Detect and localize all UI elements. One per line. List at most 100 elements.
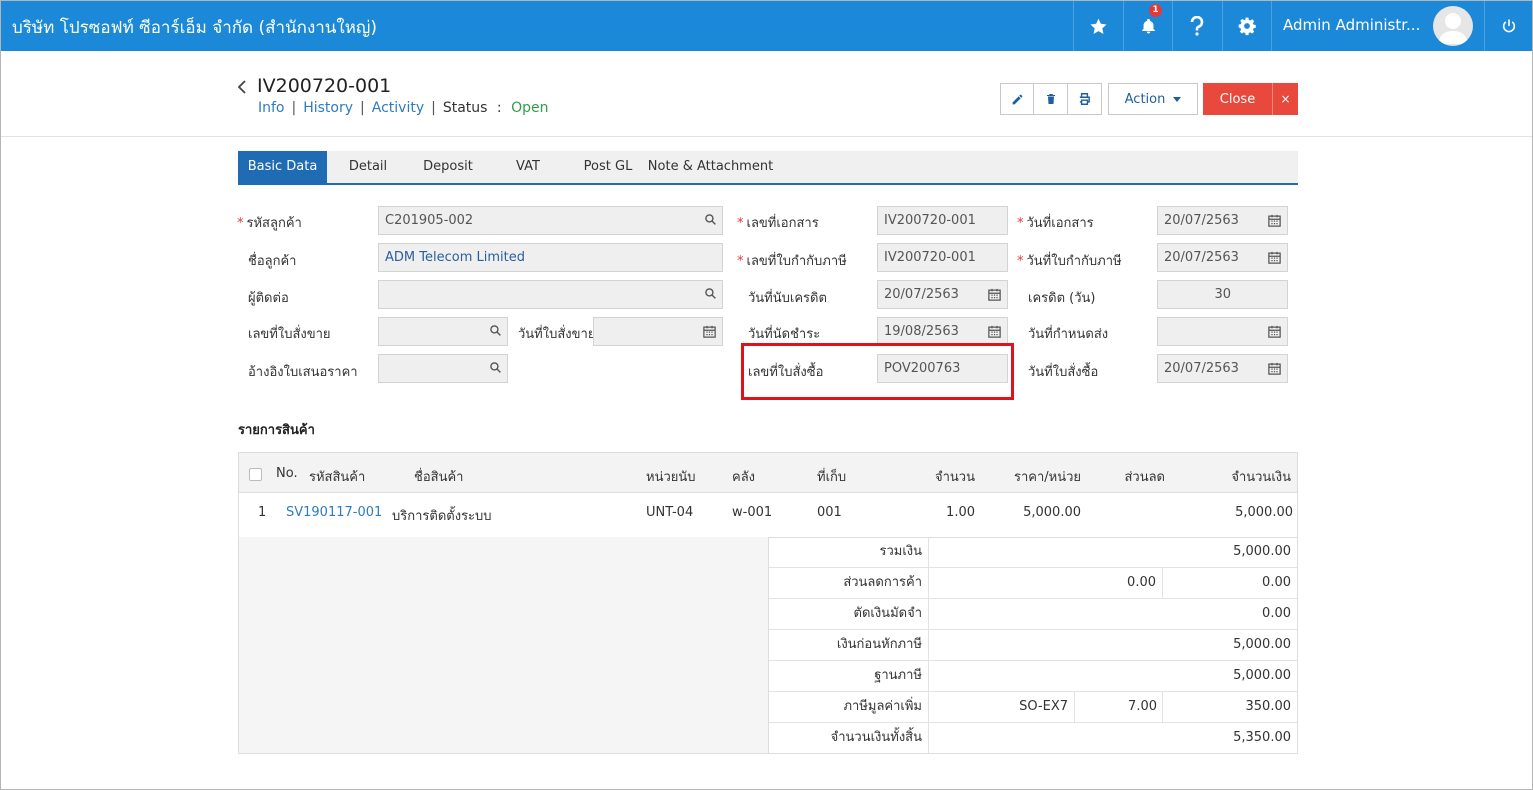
credit-start-date-field[interactable]: 20/07/2563 bbox=[877, 280, 1008, 309]
row-qty: 1.00 bbox=[946, 505, 975, 520]
calendar-icon[interactable] bbox=[987, 287, 1002, 302]
calendar-icon[interactable] bbox=[702, 324, 717, 339]
credit-days-field[interactable]: 30 bbox=[1157, 280, 1288, 309]
highlight-box bbox=[741, 343, 1014, 400]
quotation-ref-field[interactable] bbox=[378, 354, 508, 383]
favorites-button[interactable] bbox=[1073, 1, 1122, 51]
action-dropdown[interactable]: Action bbox=[1108, 83, 1198, 115]
col-price: ราคา/หน่วย bbox=[1013, 470, 1081, 485]
app-window: บริษัท โปรซอฟท์ ซีอาร์เอ็ม จำกัด (สำนักง… bbox=[0, 0, 1533, 790]
pencil-icon bbox=[1012, 94, 1022, 104]
info-link[interactable]: Info bbox=[258, 100, 285, 116]
logout-button[interactable] bbox=[1484, 1, 1532, 51]
tab-basic-data[interactable]: Basic Data bbox=[238, 151, 327, 183]
tax-invoice-date-label: * วันที่ใบกำกับภาษี bbox=[1017, 254, 1122, 269]
activity-link[interactable]: Activity bbox=[372, 100, 424, 116]
summary-discount-percent[interactable]: 0.00 bbox=[929, 568, 1162, 598]
doc-date-field[interactable]: 20/07/2563 bbox=[1157, 206, 1288, 235]
close-button[interactable]: Close bbox=[1203, 83, 1272, 115]
col-name: ชื่อสินค้า bbox=[414, 470, 464, 485]
contact-field[interactable] bbox=[378, 280, 723, 309]
calendar-icon[interactable] bbox=[1267, 250, 1282, 265]
summary-before-tax-row: เงินก่อนหักภาษี 5,000.00 bbox=[769, 629, 1297, 660]
search-icon[interactable] bbox=[489, 324, 502, 337]
summary-vat-value: 350.00 bbox=[1245, 699, 1292, 714]
summary-total-label: รวมเงิน bbox=[769, 537, 929, 567]
items-section-title: รายการสินค้า bbox=[238, 423, 315, 438]
user-menu[interactable]: Admin Administr... bbox=[1271, 1, 1483, 51]
summary-tax-base-row: ฐานภาษี 5,000.00 bbox=[769, 660, 1297, 691]
items-table-header: No. รหัสสินค้า ชื่อสินค้า หน่วยนับ คลัง … bbox=[239, 453, 1297, 493]
calendar-icon[interactable] bbox=[1267, 213, 1282, 228]
summary-deposit-row: ตัดเงินมัดจำ 0.00 bbox=[769, 598, 1297, 629]
separator: | bbox=[360, 100, 365, 116]
avatar[interactable] bbox=[1433, 6, 1473, 46]
select-all-checkbox[interactable] bbox=[249, 468, 262, 481]
row-no: 1 bbox=[258, 505, 267, 520]
tax-invoice-date-field[interactable]: 20/07/2563 bbox=[1157, 243, 1288, 272]
caret-down-icon bbox=[1173, 96, 1182, 102]
top-bar: บริษัท โปรซอฟท์ ซีอาร์เอ็ม จำกัด (สำนักง… bbox=[1, 1, 1532, 51]
summary-before-tax-label: เงินก่อนหักภาษี bbox=[769, 630, 929, 660]
doc-no-field[interactable]: IV200720-001 bbox=[877, 206, 1008, 235]
document-subnav: Info | History | Activity | Status : Open bbox=[258, 100, 548, 116]
summary-vat-code[interactable]: SO-EX7 bbox=[929, 692, 1074, 722]
summary-discount-value: 0.00 bbox=[1262, 575, 1291, 590]
help-icon bbox=[1190, 16, 1204, 36]
calendar-icon[interactable] bbox=[1267, 361, 1282, 376]
search-icon[interactable] bbox=[704, 213, 717, 226]
summary-before-tax-value: 5,000.00 bbox=[1233, 637, 1291, 652]
col-code: รหัสสินค้า bbox=[309, 470, 366, 485]
tab-vat[interactable]: VAT bbox=[487, 151, 569, 183]
history-link[interactable]: History bbox=[303, 100, 353, 116]
sales-order-no-field[interactable] bbox=[378, 317, 508, 346]
delete-button[interactable] bbox=[1034, 83, 1068, 115]
tax-invoice-no-label: * เลขที่ใบกำกับภาษี bbox=[737, 254, 847, 269]
calendar-icon[interactable] bbox=[1267, 324, 1282, 339]
due-date-field[interactable]: 19/08/2563 bbox=[877, 317, 1008, 346]
calendar-icon[interactable] bbox=[987, 324, 1002, 339]
row-name: บริการติดตั้งระบบ bbox=[392, 509, 492, 524]
print-button[interactable] bbox=[1068, 83, 1102, 115]
col-qty: จำนวน bbox=[935, 470, 975, 485]
summary-tax-base-value: 5,000.00 bbox=[1233, 668, 1291, 683]
notifications-button[interactable]: 1 bbox=[1123, 1, 1172, 51]
delivery-date-field[interactable] bbox=[1157, 317, 1288, 346]
tab-deposit[interactable]: Deposit bbox=[409, 151, 487, 183]
row-code-link[interactable]: SV190117-001 bbox=[286, 505, 382, 520]
row-location: 001 bbox=[817, 505, 842, 520]
col-unit: หน่วยนับ bbox=[646, 470, 696, 485]
settings-button[interactable] bbox=[1222, 1, 1271, 51]
tab-post-gl[interactable]: Post GL bbox=[569, 151, 647, 183]
search-icon[interactable] bbox=[704, 287, 717, 300]
summary-deposit-label: ตัดเงินมัดจำ bbox=[769, 599, 929, 629]
row-warehouse: w-001 bbox=[732, 505, 773, 520]
tab-detail[interactable]: Detail bbox=[327, 151, 409, 183]
row-amount: 5,000.00 bbox=[1235, 505, 1293, 520]
gear-icon bbox=[1238, 17, 1256, 36]
tab-note-attachment[interactable]: Note & Attachment bbox=[647, 151, 774, 183]
summary-vat-rate[interactable]: 7.00 bbox=[1075, 692, 1163, 722]
items-table: No. รหัสสินค้า ชื่อสินค้า หน่วยนับ คลัง … bbox=[238, 452, 1298, 538]
chevron-left-icon bbox=[237, 80, 246, 94]
summary-grand-total-row: จำนวนเงินทั้งสิ้น 5,350.00 bbox=[769, 722, 1297, 753]
search-icon[interactable] bbox=[489, 361, 502, 374]
edit-button[interactable] bbox=[1000, 83, 1034, 115]
credit-start-date-label: วันที่นับเครดิต bbox=[748, 291, 827, 306]
customer-code-field[interactable]: C201905-002 bbox=[378, 206, 723, 235]
notification-badge: 1 bbox=[1149, 4, 1162, 17]
customer-name-field[interactable]: ADM Telecom Limited bbox=[378, 243, 723, 272]
back-button[interactable] bbox=[235, 77, 249, 101]
po-date-field[interactable]: 20/07/2563 bbox=[1157, 354, 1288, 383]
customer-name-label: ชื่อลูกค้า bbox=[248, 254, 297, 269]
company-name: บริษัท โปรซอฟท์ ซีอาร์เอ็ม จำกัด (สำนักง… bbox=[12, 18, 378, 38]
col-location: ที่เก็บ bbox=[817, 470, 847, 485]
help-button[interactable] bbox=[1172, 1, 1221, 51]
tax-invoice-no-field[interactable]: IV200720-001 bbox=[877, 243, 1008, 272]
sales-order-date-field[interactable] bbox=[593, 317, 723, 346]
summary-total-value: 5,000.00 bbox=[1233, 544, 1291, 559]
close-x-icon[interactable]: × bbox=[1272, 83, 1298, 115]
summary-grand-total-label: จำนวนเงินทั้งสิ้น bbox=[769, 723, 929, 753]
doc-no-label: * เลขที่เอกสาร bbox=[737, 216, 819, 231]
separator: | bbox=[291, 100, 297, 116]
